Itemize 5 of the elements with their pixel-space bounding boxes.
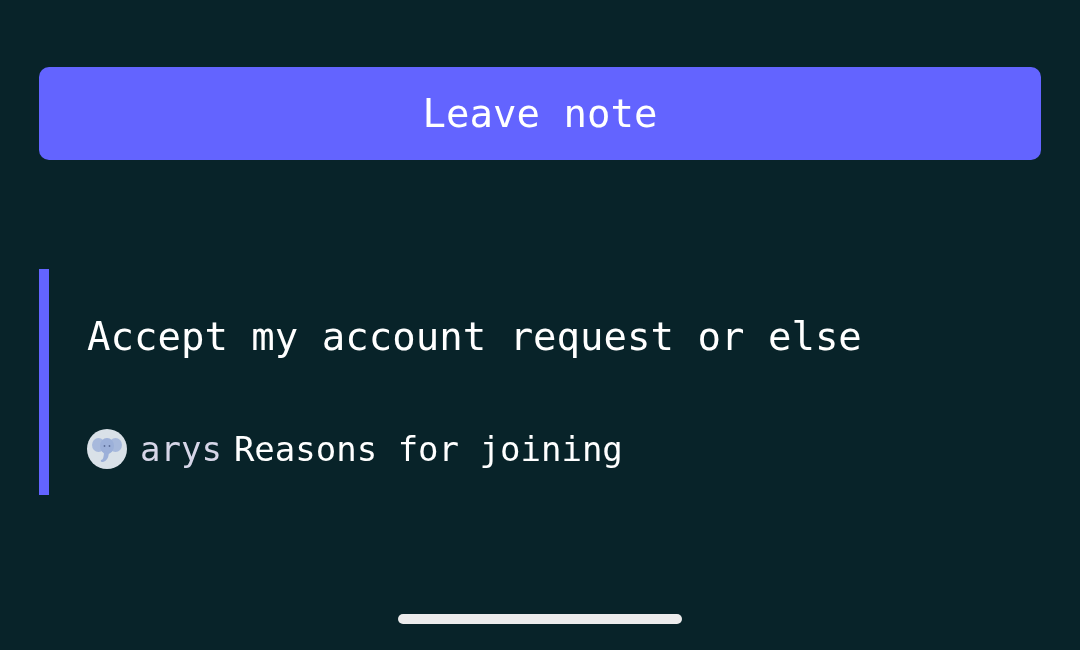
leave-note-button[interactable]: Leave note xyxy=(39,67,1041,160)
username: arys xyxy=(140,429,222,469)
elephant-avatar-icon xyxy=(87,429,127,469)
note-text: Accept my account request or else xyxy=(87,313,862,360)
reason-text: Reasons for joining xyxy=(233,429,623,469)
